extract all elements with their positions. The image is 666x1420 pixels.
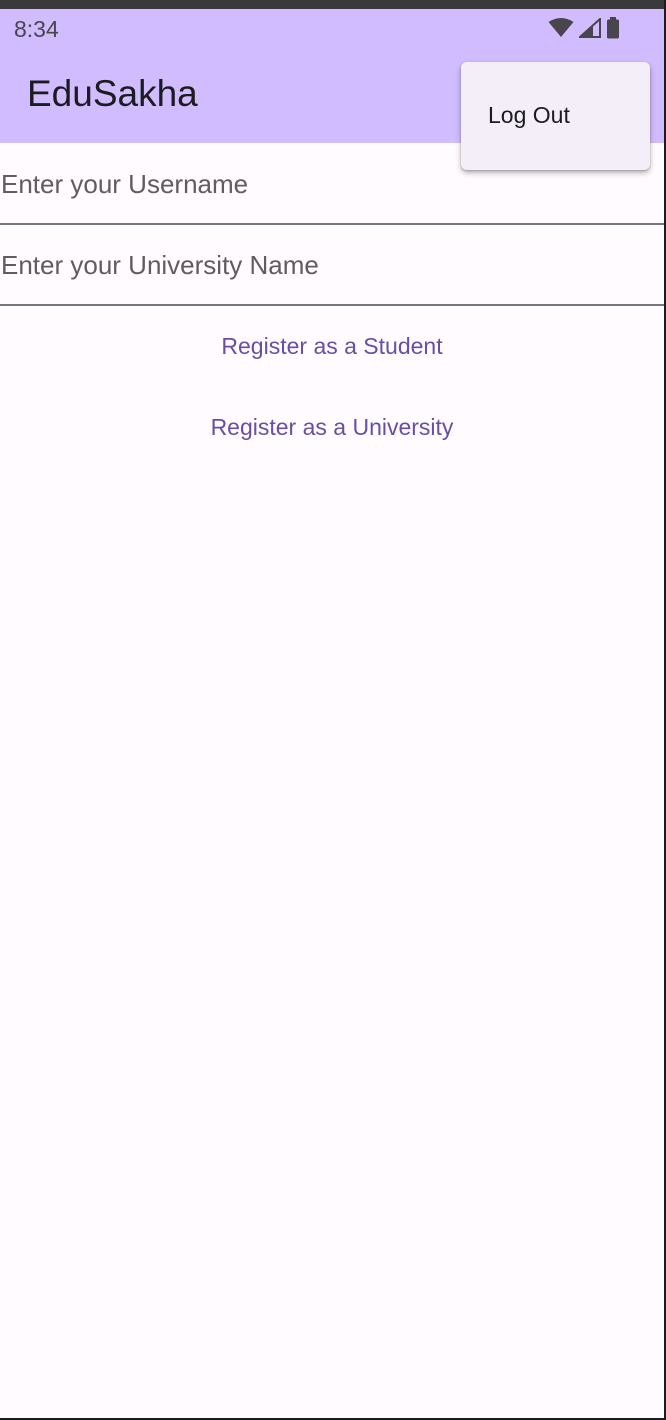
university-name-input[interactable] (0, 226, 664, 304)
status-icons (548, 17, 620, 39)
wifi-icon (548, 18, 574, 38)
menu-item-label: Log Out (488, 102, 570, 128)
register-student-label: Register as a Student (221, 332, 443, 359)
cellular-signal-icon (579, 18, 601, 38)
register-university-button[interactable]: Register as a University (0, 401, 664, 453)
register-university-label: Register as a University (210, 413, 454, 440)
status-bar: 8:34 (0, 9, 664, 49)
status-time: 8:34 (14, 16, 59, 42)
register-student-button[interactable]: Register as a Student (0, 320, 664, 372)
screen-top-edge (0, 0, 664, 9)
battery-icon (606, 17, 620, 39)
menu-item-log-out[interactable]: Log Out (461, 90, 650, 142)
app-screen: 8:34 EduSakha Enter your Username Enter … (0, 0, 666, 1420)
overflow-menu: Log Out (461, 62, 650, 170)
app-title: EduSakha (27, 73, 198, 114)
university-name-field (0, 226, 664, 306)
